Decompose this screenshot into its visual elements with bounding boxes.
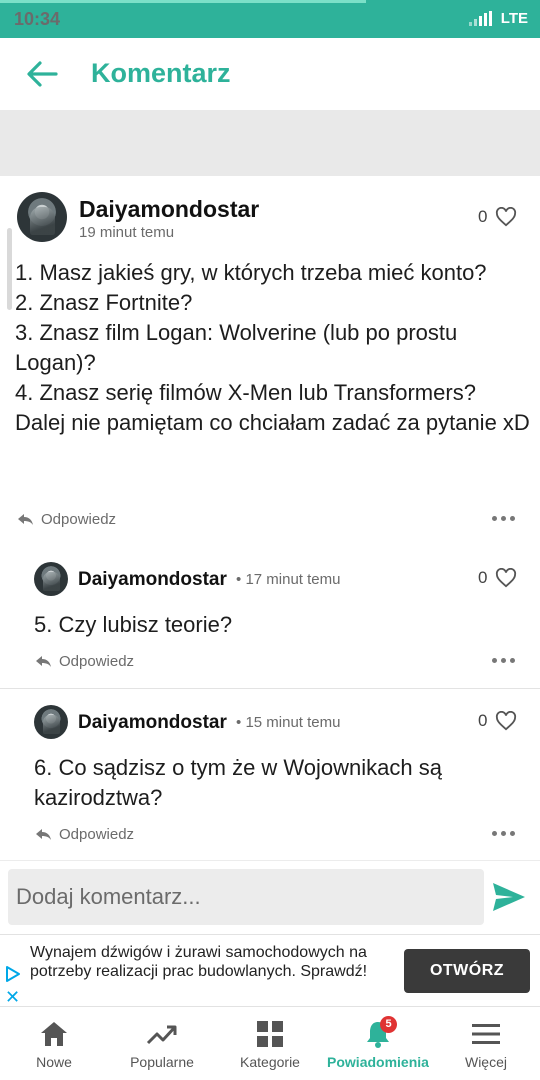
comment-input[interactable] [8,869,484,925]
comment-author[interactable]: Daiyamondostar [78,569,227,591]
trending-icon [145,1019,179,1049]
ad-banner[interactable]: ✕ Wynajem dźwigów i żurawi samochodowych… [0,934,540,1006]
nav-label: Powiadomienia [327,1054,429,1070]
time-separator: • [236,714,242,731]
reply-label: Odpowiedz [41,511,117,528]
status-bar: 10:34 LTE [0,0,540,38]
heart-icon[interactable] [495,207,517,227]
header-spacer [0,110,540,176]
more-options-icon[interactable] [492,516,515,521]
more-options-icon[interactable] [492,658,515,663]
avatar[interactable] [34,705,68,739]
reply-icon [36,829,51,840]
nav-item-kategorie[interactable]: Kategorie [216,1007,324,1080]
avatar[interactable] [17,192,67,242]
ad-choices-icon[interactable] [4,965,22,983]
reply-label: Odpowiedz [59,826,135,843]
more-options-icon[interactable] [492,831,515,836]
ad-text[interactable]: Wynajem dźwigów i żurawi samochodowych n… [30,943,390,981]
status-time: 10:34 [14,9,61,29]
reply-button[interactable]: Odpowiedz [35,826,134,843]
like-control[interactable]: 0 [478,568,517,588]
like-count: 0 [478,568,488,587]
bottom-nav: Nowe Popularne Kategorie 5 Powiadomienia… [0,1006,540,1080]
app-bar: Komentarz [0,38,540,110]
page-title: Komentarz [91,58,231,88]
heart-icon[interactable] [495,568,517,588]
reply-label: Odpowiedz [59,653,135,670]
heart-icon[interactable] [495,711,517,731]
page-load-progress [0,0,366,3]
ad-close-icon[interactable]: ✕ [5,988,20,1006]
reply-button[interactable]: Odpowiedz [17,511,116,528]
comment-time: • 15 minut temu [236,714,340,731]
grid-icon [253,1019,287,1049]
comment-author[interactable]: Daiyamondostar [79,196,259,223]
comment-reply: Daiyamondostar • 17 minut temu 0 5. Czy … [0,546,540,688]
comment-body: 1. Masz jakieś gry, w których trzeba mie… [15,260,530,435]
comment-time-text: 17 minut temu [245,571,341,588]
like-control[interactable]: 0 [478,207,517,227]
like-count: 0 [478,207,488,226]
back-arrow-icon[interactable] [26,60,58,88]
menu-icon [469,1019,503,1049]
network-type: LTE [500,10,528,27]
like-count: 0 [478,711,488,730]
comment-reply: Daiyamondostar • 15 minut temu 0 6. Co s… [0,689,540,860]
bell-icon: 5 [361,1016,397,1049]
comment-input-bar [0,860,540,934]
comment-time: 19 minut temu [79,224,175,241]
nav-item-wiecej[interactable]: Więcej [432,1007,540,1080]
avatar[interactable] [34,562,68,596]
reply-icon [18,514,33,525]
home-icon [37,1019,71,1049]
reply-button[interactable]: Odpowiedz [35,653,134,670]
nav-label: Nowe [36,1054,72,1070]
nav-label: Popularne [130,1054,194,1070]
reply-icon [36,656,51,667]
signal-icon [469,11,492,26]
ad-open-button[interactable]: OTWÓRZ [404,949,530,993]
comment-body: 5. Czy lubisz teorie? [34,612,233,637]
nav-item-nowe[interactable]: Nowe [0,1007,108,1080]
comment-body: 6. Co sądzisz o tym że w Wojownikach są … [34,755,442,810]
nav-label: Więcej [464,1054,507,1070]
comment-time-text: 15 minut temu [245,714,341,731]
nav-item-powiadomienia[interactable]: 5 Powiadomienia [324,1007,432,1080]
notification-badge: 5 [380,1016,397,1033]
like-control[interactable]: 0 [478,711,517,731]
send-icon[interactable] [491,881,527,913]
comment-time: • 17 minut temu [236,571,340,588]
time-separator: • [236,571,242,588]
comment-main: Daiyamondostar 19 minut temu 0 1. Masz j… [0,176,540,546]
comment-author[interactable]: Daiyamondostar [78,712,227,734]
nav-label: Kategorie [240,1054,300,1070]
nav-item-popularne[interactable]: Popularne [108,1007,216,1080]
